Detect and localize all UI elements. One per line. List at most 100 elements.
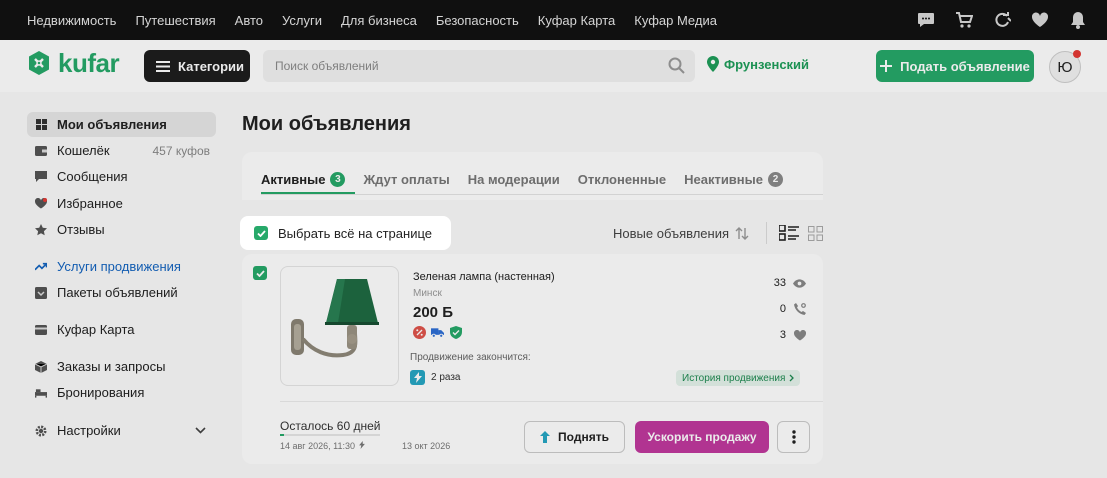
list-view-icon[interactable] — [779, 225, 799, 241]
heart-icon — [793, 329, 806, 342]
box-icon — [35, 360, 47, 373]
select-all-checkbox[interactable]: Выбрать всё на странице — [240, 216, 451, 250]
promotion-history-button[interactable]: История продвижения — [676, 370, 801, 386]
sidebar-item-wallet[interactable]: Кошелёк 457 куфов — [27, 138, 216, 163]
chevron-right-icon — [789, 374, 795, 382]
listing-photo[interactable] — [280, 266, 399, 386]
sidebar-item-favorites[interactable]: Избранное — [27, 191, 216, 216]
heart-icon[interactable] — [1029, 9, 1051, 31]
listing-city: Минск — [413, 288, 442, 299]
sidebar-item-label: Заказы и запросы — [57, 359, 166, 374]
tab-divider — [261, 194, 823, 195]
topnav-link-kufar-media[interactable]: Куфар Медиа — [634, 13, 717, 28]
remaining-days: Осталось 60 дней — [280, 419, 381, 433]
speed-label: Ускорить продажу — [647, 430, 757, 444]
check-icon — [255, 269, 265, 277]
sort-label: Новые объявления — [613, 226, 730, 241]
sidebar-item-bookings[interactable]: Бронирования — [27, 380, 216, 405]
boost-count: 2 раза — [431, 372, 461, 383]
sidebar-item-orders[interactable]: Заказы и запросы — [27, 354, 216, 379]
sidebar-item-label: Избранное — [57, 196, 123, 211]
tab-label: Неактивные — [684, 171, 763, 187]
logo-mark-icon — [29, 51, 49, 75]
chevron-down-icon[interactable] — [195, 427, 206, 434]
search-icon[interactable] — [668, 57, 685, 74]
topnav-link-auto[interactable]: Авто — [235, 13, 263, 28]
views-count: 33 — [773, 277, 786, 289]
tab-count-badge: 2 — [767, 171, 783, 187]
location-selector[interactable]: Фрунзенский — [707, 56, 809, 72]
sidebar-item-settings[interactable]: Настройки — [27, 418, 216, 443]
kufar-logo[interactable]: kufar — [26, 48, 120, 78]
sidebar-item-promotion[interactable]: Услуги продвижения — [27, 254, 216, 279]
sidebar-item-my-ads[interactable]: Мои объявления — [27, 112, 216, 137]
package-icon — [35, 286, 47, 299]
sort-dropdown[interactable]: Новые объявления — [613, 226, 749, 241]
post-ad-button[interactable]: Подать объявление — [876, 50, 1034, 82]
grid-view-icon[interactable] — [808, 226, 823, 241]
cart-icon[interactable] — [953, 9, 975, 31]
topnav-icons — [915, 0, 1089, 40]
listing-checkbox[interactable] — [253, 266, 267, 280]
trend-up-icon — [35, 261, 47, 273]
discount-icon — [413, 326, 426, 339]
tab-label: Активные — [261, 171, 326, 187]
gear-icon — [35, 425, 47, 437]
tab-moderation[interactable]: На модерации — [468, 170, 560, 188]
calls-stat: 0 — [766, 296, 806, 322]
calls-count: 0 — [779, 303, 786, 315]
sidebar-item-reviews[interactable]: Отзывы — [27, 217, 216, 242]
select-all-check[interactable] — [254, 226, 268, 240]
speed-up-sale-button[interactable]: Ускорить продажу — [635, 421, 769, 453]
tab-inactive[interactable]: Неактивные 2 — [684, 170, 783, 188]
lightning-icon — [359, 441, 366, 449]
date-start-text: 14 авг 2026, 11:30 — [280, 441, 355, 451]
tab-label: На модерации — [467, 171, 560, 187]
arrow-up-icon — [540, 431, 551, 443]
favorites-stat: 3 — [766, 322, 806, 348]
header: kufar Категории Поиск объявлений Фрунзен… — [0, 40, 1107, 92]
wallet-balance: 457 куфов — [152, 143, 210, 158]
sidebar-item-messages[interactable]: Сообщения — [27, 164, 216, 189]
logo-text: kufar — [58, 48, 120, 78]
eye-icon — [793, 277, 806, 290]
sidebar-item-kufar-card[interactable]: Куфар Карта — [27, 317, 216, 342]
listing-card: Зеленая лампа (настенная) Минск 200 Б Пр… — [242, 254, 823, 464]
remaining-progress-bar — [280, 434, 380, 436]
sidebar-item-packages[interactable]: Пакеты объявлений — [27, 280, 216, 305]
topnav-link-security[interactable]: Безопасность — [436, 13, 519, 28]
sidebar-item-label: Сообщения — [57, 169, 128, 184]
star-icon — [35, 223, 47, 236]
views-stat: 33 — [766, 270, 806, 296]
date-end: 13 окт 2026 — [402, 441, 451, 451]
check-icon — [256, 229, 266, 237]
post-ad-label: Подать объявление — [900, 58, 1030, 74]
more-options-button[interactable] — [777, 421, 810, 453]
bell-icon[interactable] — [1067, 9, 1089, 31]
card-divider — [280, 401, 823, 402]
raise-button[interactable]: Поднять — [524, 421, 625, 453]
sidebar-item-label: Настройки — [57, 423, 121, 438]
categories-label: Категории — [178, 58, 245, 74]
categories-button[interactable]: Категории — [144, 50, 250, 82]
favorites-count: 3 — [779, 329, 786, 341]
topnav-link-services[interactable]: Услуги — [282, 13, 322, 28]
chat-icon[interactable] — [915, 9, 937, 31]
tab-awaiting-payment[interactable]: Ждут оплаты — [363, 170, 449, 188]
bed-icon — [35, 387, 47, 399]
promotion-ends-label: Продвижение закончится: — [410, 352, 531, 363]
topnav-link-travel[interactable]: Путешествия — [135, 13, 215, 28]
listing-title[interactable]: Зеленая лампа (настенная) — [413, 271, 555, 283]
topnav-link-kufar-card[interactable]: Куфар Карта — [538, 13, 615, 28]
tab-rejected[interactable]: Отклоненные — [578, 170, 666, 188]
lightning-icon — [410, 370, 425, 385]
location-label: Фрунзенский — [724, 56, 810, 72]
page-title: Мои объявления — [242, 113, 411, 135]
avatar[interactable]: Ю — [1049, 50, 1081, 83]
search-placeholder: Поиск объявлений — [275, 59, 379, 73]
search-input[interactable]: Поиск объявлений — [263, 50, 695, 82]
compare-icon[interactable] — [991, 9, 1013, 31]
topnav-link-business[interactable]: Для бизнеса — [341, 13, 417, 28]
topnav-link-realty[interactable]: Недвижимость — [27, 13, 116, 28]
tab-active[interactable]: Активные 3 — [261, 170, 346, 188]
